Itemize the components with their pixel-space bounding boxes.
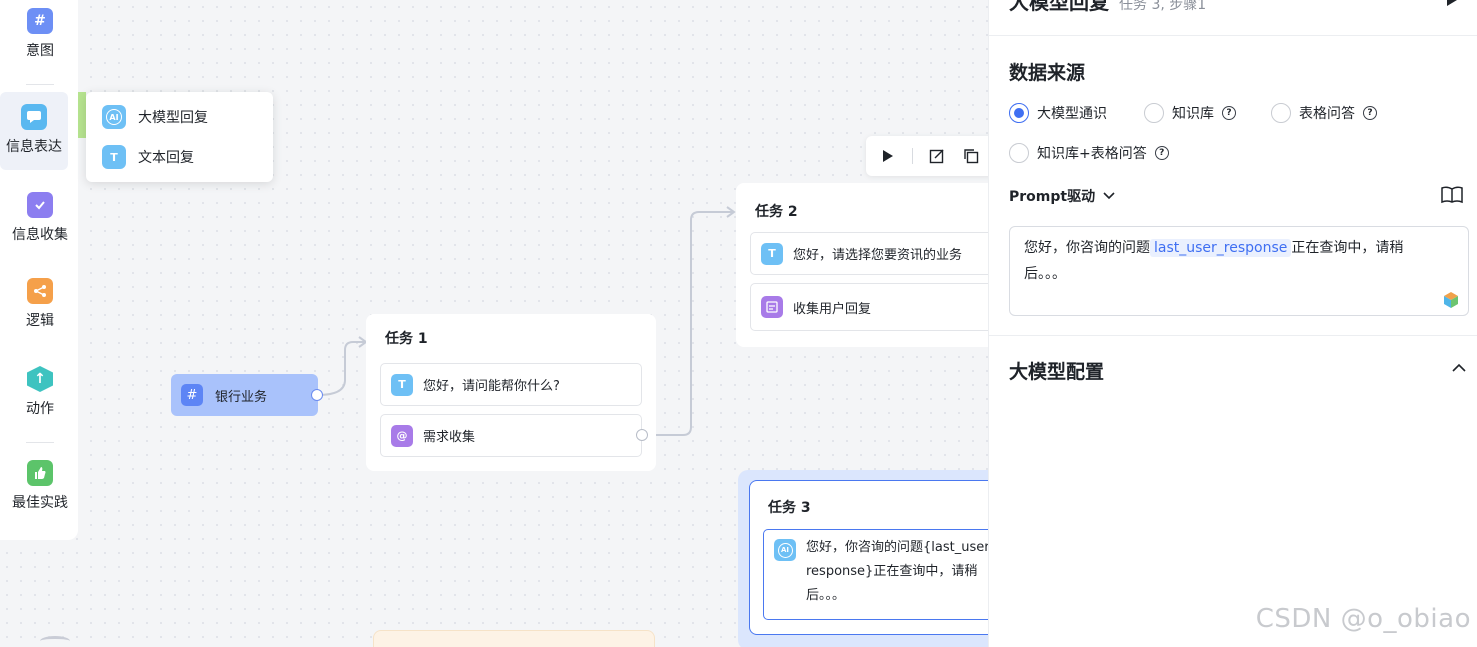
panel-title: 大模型回复: [1009, 0, 1109, 14]
book-icon[interactable]: [1441, 186, 1463, 206]
radio-label: 大模型通识: [1037, 106, 1107, 122]
chevron-up-icon[interactable]: [1451, 362, 1467, 378]
step-label: 您好，请选择您要资讯的业务: [793, 248, 963, 263]
note-node[interactable]: [373, 630, 655, 647]
copy-button[interactable]: [961, 146, 981, 166]
properties-panel: 大模型回复 任务 3, 步骤1 数据来源 大模型通识 知识库 ? 表格问答 ? …: [988, 0, 1477, 647]
prompt-text-after: 正在查询中，请稍: [1291, 240, 1404, 256]
radio-circle: [1144, 103, 1164, 123]
radio-table-qa[interactable]: 表格问答 ?: [1271, 103, 1377, 123]
task-title: 任务 2: [755, 204, 798, 220]
panel-header: 大模型回复 任务 3, 步骤1: [1009, 0, 1206, 15]
watermark: CSDN @o_obiao: [1255, 604, 1471, 634]
section-divider: [989, 335, 1477, 336]
radio-label: 知识库: [1172, 106, 1214, 122]
radio-circle: [1271, 103, 1291, 123]
cube-icon[interactable]: [1442, 291, 1460, 309]
model-config-title: 大模型配置: [1009, 361, 1105, 383]
node-toolbar: [866, 136, 988, 176]
play-icon[interactable]: [1445, 0, 1459, 8]
start-node[interactable]: # 银行业务: [171, 374, 318, 416]
task3-step-llm-reply[interactable]: AI 您好，你咨询的问题{last_user_ response}正在查询中，请…: [763, 529, 988, 620]
edit-button[interactable]: [927, 146, 947, 166]
task2-step-text-reply[interactable]: T 您好，请选择您要资讯的业务: [750, 232, 988, 275]
radio-knowledge-base[interactable]: 知识库 ?: [1144, 103, 1236, 123]
radio-label: 表格问答: [1299, 106, 1355, 122]
task1-step-text-reply[interactable]: T 您好，请问能帮你什么?: [380, 363, 642, 406]
step-label: 您好，你咨询的问题{last_user_ response}正在查询中，请稍 后…: [806, 540, 988, 603]
task1-step-collect[interactable]: @ 需求收集: [380, 414, 642, 457]
ai-icon: AI: [774, 539, 796, 561]
help-icon[interactable]: ?: [1222, 106, 1236, 120]
step-label: 需求收集: [423, 430, 476, 445]
form-icon: [761, 296, 783, 318]
prompt-editor[interactable]: 您好，你咨询的问题 last_user_response 正在查询中，请稍 后。。。: [1009, 226, 1469, 316]
at-icon: @: [391, 424, 413, 447]
start-node-label: 银行业务: [215, 389, 268, 405]
prompt-variable-chip[interactable]: last_user_response: [1150, 239, 1292, 257]
toolbar-divider: [912, 148, 913, 164]
task2-step-collect-reply[interactable]: 收集用户回复: [750, 283, 988, 331]
help-icon[interactable]: ?: [1154, 146, 1169, 160]
task-title: 任务 1: [385, 331, 428, 347]
chevron-down-icon: [1103, 192, 1115, 200]
start-node-port[interactable]: [311, 389, 323, 401]
data-source-title: 数据来源: [1009, 62, 1086, 84]
prompt-text-line2: 后。。。: [1024, 266, 1066, 282]
hash-icon: #: [181, 384, 203, 406]
task1-output-port[interactable]: [636, 429, 648, 441]
help-icon[interactable]: ?: [1363, 106, 1377, 120]
flow-canvas[interactable]: # 意图 信息表达 信息收集 逻辑 ↑ 动作 最佳实践 AI 大模型回复 T 文…: [0, 0, 988, 647]
radio-circle: [1009, 143, 1029, 163]
prompt-mode-dropdown[interactable]: Prompt驱动: [1009, 186, 1115, 206]
prompt-text-before: 您好，你咨询的问题: [1024, 240, 1150, 256]
radio-kb-table-qa[interactable]: 知识库+表格问答 ?: [1009, 143, 1169, 163]
panel-subtitle: 任务 3, 步骤1: [1119, 0, 1207, 13]
step-label: 您好，请问能帮你什么?: [423, 379, 560, 394]
text-icon: T: [761, 242, 783, 265]
run-button[interactable]: [878, 146, 898, 166]
prompt-mode-label: Prompt驱动: [1009, 189, 1096, 205]
task-title: 任务 3: [768, 500, 811, 516]
radio-circle: [1009, 103, 1029, 123]
step-label: 收集用户回复: [793, 301, 872, 317]
header-divider: [989, 35, 1477, 36]
radio-label: 知识库+表格问答: [1037, 146, 1147, 162]
text-icon: T: [391, 373, 413, 396]
radio-llm-general[interactable]: 大模型通识: [1009, 103, 1107, 123]
